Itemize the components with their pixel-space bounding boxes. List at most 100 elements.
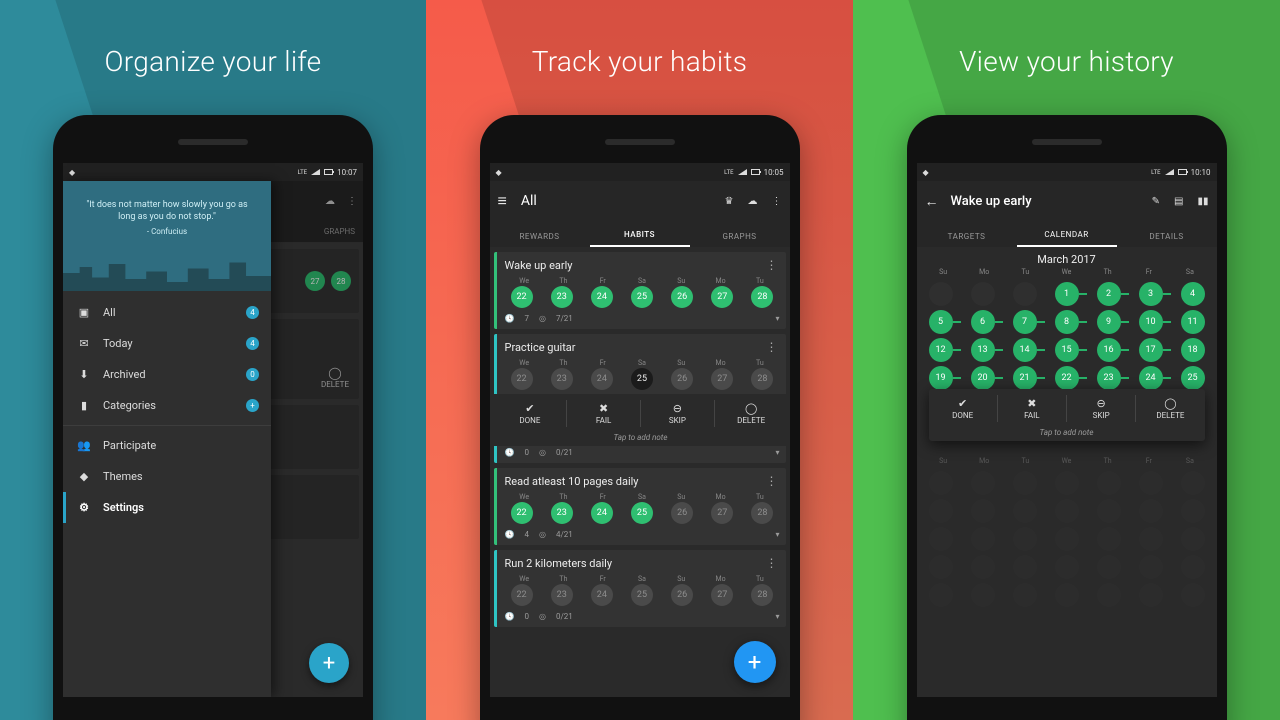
day-circle[interactable]: 23 [551, 368, 573, 390]
calendar-day[interactable]: 11 [1181, 310, 1205, 334]
calendar-day[interactable] [971, 583, 995, 607]
day-circle[interactable]: 22 [511, 286, 533, 308]
day-circle[interactable]: 28 [751, 286, 773, 308]
cloud-icon[interactable]: ☁ [748, 196, 758, 207]
day-circle[interactable]: 23 [551, 584, 573, 606]
tab-details[interactable]: DETAILS [1117, 232, 1217, 247]
calendar-day[interactable]: 2 [1097, 282, 1121, 306]
day-circle[interactable]: 24 [591, 584, 613, 606]
calendar-day[interactable] [1055, 555, 1079, 579]
calendar-day[interactable] [1139, 555, 1163, 579]
action-fail[interactable]: ✖FAIL [998, 395, 1067, 422]
calendar-day[interactable]: 16 [1097, 338, 1121, 362]
tab-calendar[interactable]: CALENDAR [1017, 230, 1117, 247]
cloud-icon[interactable]: ☁ [325, 196, 335, 207]
overflow-icon[interactable]: ⋮ [764, 340, 780, 354]
calendar-day[interactable] [1139, 499, 1163, 523]
calendar-day[interactable] [1097, 527, 1121, 551]
day-circle[interactable]: 23 [551, 286, 573, 308]
tab-habits[interactable]: HABITS [590, 230, 690, 247]
overflow-icon[interactable]: ⋮ [764, 258, 780, 272]
overflow-icon[interactable]: ⋮ [764, 556, 780, 570]
calendar-day[interactable] [1139, 527, 1163, 551]
tab-graphs[interactable]: GRAPHS [690, 232, 790, 247]
calendar-day[interactable]: 14 [1013, 338, 1037, 362]
calendar-day[interactable]: 19 [929, 366, 953, 390]
calendar-day[interactable]: 17 [1139, 338, 1163, 362]
drawer-item-archived[interactable]: ⬇Archived0 [63, 359, 271, 390]
action-skip[interactable]: ⊖SKIP [1067, 395, 1136, 422]
day-circle[interactable]: 23 [551, 502, 573, 524]
action-done[interactable]: ✔DONE [494, 400, 568, 427]
calendar-day[interactable] [1181, 527, 1205, 551]
calendar-day[interactable] [1013, 583, 1037, 607]
calendar-day[interactable] [1097, 583, 1121, 607]
back-icon[interactable]: ← [925, 193, 939, 210]
day-circle[interactable]: 28 [751, 584, 773, 606]
calendar-day[interactable]: 13 [971, 338, 995, 362]
calendar-day[interactable]: 9 [1097, 310, 1121, 334]
day-circle[interactable]: 24 [591, 502, 613, 524]
calendar-day[interactable] [1013, 555, 1037, 579]
day-circle[interactable]: 26 [671, 368, 693, 390]
calendar-day[interactable] [1055, 583, 1079, 607]
tab-rewards[interactable]: REWARDS [490, 232, 590, 247]
day-circle[interactable]: 27 [711, 502, 733, 524]
day-circle[interactable]: 25 [631, 368, 653, 390]
overflow-icon[interactable]: ⋮ [772, 196, 782, 207]
day-circle[interactable]: 27 [711, 368, 733, 390]
calendar-day[interactable] [971, 527, 995, 551]
calendar-day[interactable] [1139, 583, 1163, 607]
action-fail[interactable]: ✖FAIL [567, 400, 641, 427]
day-circle[interactable]: 28 [751, 502, 773, 524]
action-skip[interactable]: ⊖SKIP [641, 400, 715, 427]
day-circle[interactable]: 25 [631, 286, 653, 308]
calendar-day[interactable] [971, 499, 995, 523]
chevron-down-icon[interactable]: ▾ [775, 314, 779, 323]
calendar-day[interactable] [1139, 471, 1163, 495]
day-circle[interactable]: 22 [511, 502, 533, 524]
day-circle[interactable]: 26 [671, 286, 693, 308]
calendar-day[interactable]: 15 [1055, 338, 1079, 362]
calendar-day[interactable]: 25 [1181, 366, 1205, 390]
day-circle[interactable]: 22 [511, 368, 533, 390]
add-note-hint[interactable]: Tap to add note [494, 427, 788, 444]
edit-icon[interactable]: ✎ [1152, 196, 1160, 207]
calendar-day[interactable] [929, 583, 953, 607]
calendar-day[interactable] [1097, 471, 1121, 495]
day-circle[interactable]: 24 [591, 286, 613, 308]
drawer-item-categories[interactable]: ▮Categories+ [63, 390, 271, 421]
notes-icon[interactable]: ▤ [1174, 196, 1183, 207]
calendar-day[interactable] [929, 555, 953, 579]
hamburger-icon[interactable]: ≡ [498, 191, 507, 211]
chevron-down-icon[interactable]: ▾ [775, 448, 779, 457]
calendar-day[interactable]: 7 [1013, 310, 1037, 334]
calendar-day[interactable] [1181, 555, 1205, 579]
stats-icon[interactable]: ▮▮ [1197, 196, 1208, 207]
calendar-day[interactable] [1055, 527, 1079, 551]
calendar-day[interactable]: 6 [971, 310, 995, 334]
calendar-day[interactable]: 18 [1181, 338, 1205, 362]
drawer-item-themes[interactable]: ◆Themes [63, 461, 271, 492]
calendar-day[interactable]: 20 [971, 366, 995, 390]
drawer-item-settings[interactable]: ⚙Settings [63, 492, 271, 523]
habit-card[interactable]: Practice guitar⋮ WeThFrSaSuMoTu 22232425… [494, 334, 786, 463]
calendar-day[interactable] [1055, 471, 1079, 495]
calendar-day[interactable]: 24 [1139, 366, 1163, 390]
calendar-day[interactable]: 4 [1181, 282, 1205, 306]
overflow-icon[interactable]: ⋮ [764, 474, 780, 488]
overflow-icon[interactable]: ⋮ [347, 196, 357, 207]
day-circle[interactable]: 27 [711, 584, 733, 606]
calendar-day[interactable]: 5 [929, 310, 953, 334]
chevron-down-icon[interactable]: ▾ [775, 530, 779, 539]
calendar-day[interactable] [1097, 499, 1121, 523]
calendar-day[interactable]: 8 [1055, 310, 1079, 334]
day-circle[interactable]: 25 [631, 584, 653, 606]
calendar-day[interactable]: 12 [929, 338, 953, 362]
calendar-day[interactable]: 23 [1097, 366, 1121, 390]
drawer-item-today[interactable]: ✉Today4 [63, 328, 271, 359]
calendar-day[interactable] [971, 555, 995, 579]
day-circle[interactable]: 26 [671, 584, 693, 606]
drawer-item-participate[interactable]: 👥Participate [63, 430, 271, 461]
tab-targets[interactable]: TARGETS [917, 232, 1017, 247]
